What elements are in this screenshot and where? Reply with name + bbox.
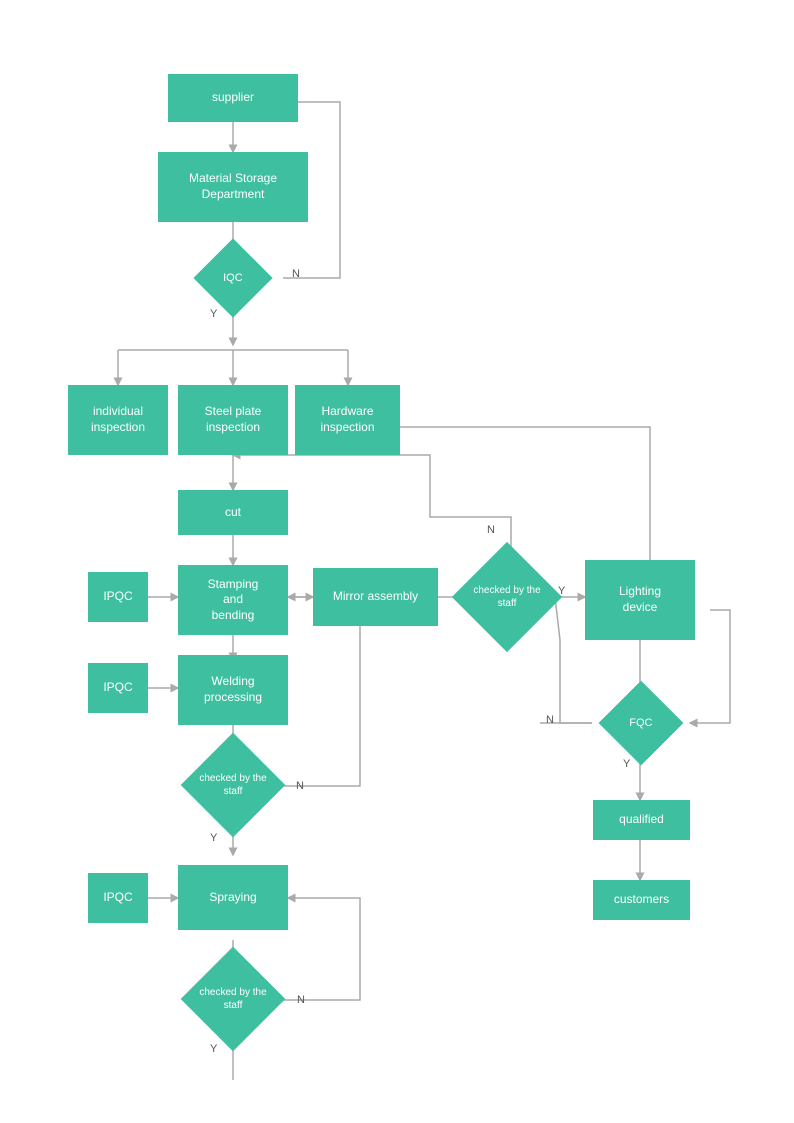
cut-box: cut xyxy=(178,490,288,535)
checked2-diamond: checked by the staff xyxy=(175,962,291,1036)
stamping-box: Stamping and bending xyxy=(178,565,288,635)
hardware-inspection-box: Hardware inspection xyxy=(295,385,400,455)
iqc-y-label: Y xyxy=(210,308,217,320)
individual-inspection-box: individual inspection xyxy=(68,385,168,455)
material-storage-box: Material Storage Department xyxy=(158,152,308,222)
ipqc3-box: IPQC xyxy=(88,873,148,923)
checked1-diamond: checked by the staff xyxy=(175,748,291,822)
ipqc1-box: IPQC xyxy=(88,572,148,622)
checked2-n-label: N xyxy=(297,994,305,1006)
fqc-y-label: Y xyxy=(623,758,630,770)
spraying-box: Spraying xyxy=(178,865,288,930)
ipqc2-box: IPQC xyxy=(88,663,148,713)
checked3-y-label: Y xyxy=(558,585,565,597)
welding-box: Welding processing xyxy=(178,655,288,725)
steel-plate-box: Steel plate inspection xyxy=(178,385,288,455)
qualified-box: qualified xyxy=(593,800,690,840)
checked3-n-label: N xyxy=(487,524,495,536)
checked3-diamond: checked by the staff xyxy=(458,558,555,636)
iqc-diamond: IQC xyxy=(180,250,286,306)
flowchart: supplier Material Storage Department IQC… xyxy=(0,0,794,1123)
customers-box: customers xyxy=(593,880,690,920)
iqc-n-label: N xyxy=(292,268,300,280)
lighting-box: Lighting device xyxy=(585,560,695,640)
fqc-n-label: N xyxy=(546,714,554,726)
fqc-diamond: FQC xyxy=(592,693,689,753)
checked1-n-label: N xyxy=(296,780,304,792)
checked2-y-label: Y xyxy=(210,1043,217,1055)
checked1-y-label: Y xyxy=(210,832,217,844)
supplier-box: supplier xyxy=(168,74,298,122)
mirror-assembly-box: Mirror assembly xyxy=(313,568,438,626)
